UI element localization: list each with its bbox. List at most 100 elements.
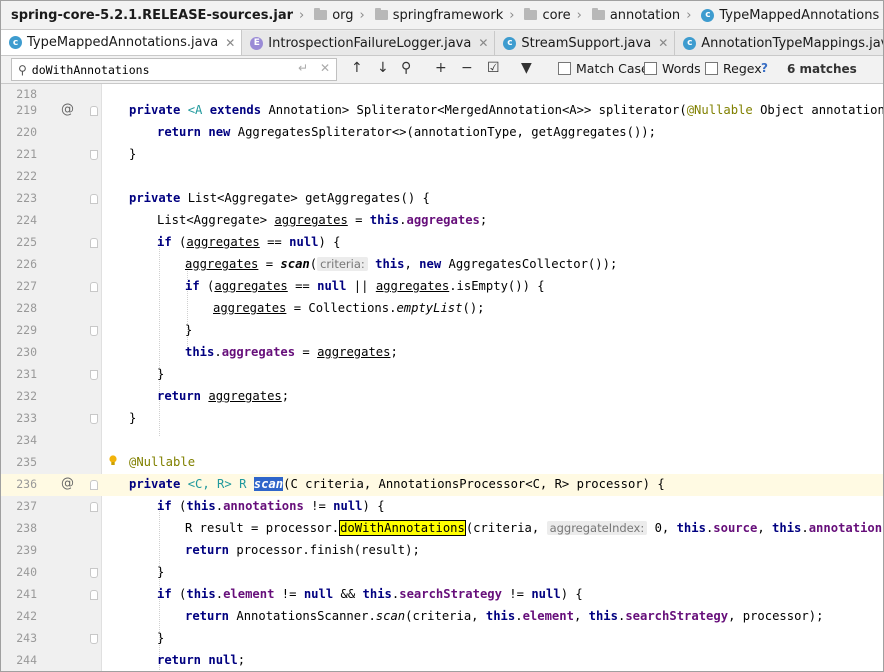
checkbox-box[interactable] xyxy=(644,62,657,75)
fold-icon[interactable] xyxy=(90,106,98,116)
breadcrumb-label: org xyxy=(332,7,354,23)
code-line: 237 if (this.annotations != null) { xyxy=(1,496,883,518)
new-line-icon[interactable]: ↵ xyxy=(298,61,308,75)
fold-icon[interactable] xyxy=(90,568,98,578)
tab-introspection-failure-logger[interactable]: E IntrospectionFailureLogger.java ✕ xyxy=(242,31,496,55)
next-occurrence-icon[interactable]: ↓ xyxy=(377,60,389,76)
code-line: 242 return AnnotationsScanner.scan(crite… xyxy=(1,606,883,628)
keyword: return xyxy=(157,389,202,403)
fold-icon[interactable] xyxy=(90,194,98,204)
code-token: .isEmpty()) { xyxy=(449,279,545,293)
code-text: } xyxy=(185,323,193,337)
find-all-icon[interactable]: ⚲ xyxy=(401,60,411,76)
add-selection-icon[interactable]: + xyxy=(435,60,447,76)
code-token: <A xyxy=(187,103,210,117)
selected-method-name[interactable]: scan xyxy=(253,477,284,491)
keyword: this xyxy=(186,587,216,601)
code-text: if (this.element != null && this.searchS… xyxy=(157,587,583,601)
filter-icon[interactable]: ▼ xyxy=(521,60,532,76)
match-case-checkbox[interactable]: Match Case xyxy=(558,61,649,76)
fold-icon[interactable] xyxy=(90,590,98,600)
code-line: 227 if (aggregates == null || aggregates… xyxy=(1,276,883,298)
annotation-token: @Nullable xyxy=(129,455,196,469)
code-token: ( xyxy=(171,499,187,513)
code-token: , xyxy=(757,521,773,535)
checkbox-box[interactable] xyxy=(558,62,571,75)
code-text: private List<Aggregate> getAggregates() … xyxy=(129,191,430,205)
breadcrumb-org[interactable]: org xyxy=(308,1,357,29)
previous-occurrence-icon[interactable]: ↑ xyxy=(351,60,363,76)
close-icon[interactable]: ✕ xyxy=(478,36,488,50)
line-number: 228 xyxy=(16,301,37,315)
breadcrumb-class[interactable]: c TypeMappedAnnotations xyxy=(695,1,883,29)
code-token: = xyxy=(347,213,370,227)
breadcrumb-springframework[interactable]: springframework xyxy=(369,1,507,29)
line-number: 241 xyxy=(16,587,37,601)
keyword: null xyxy=(289,235,319,249)
code-token: AnnotationsScanner. xyxy=(229,609,376,623)
code-token: ; xyxy=(390,345,398,359)
code-token: List<Aggregate> getAggregates() { xyxy=(180,191,430,205)
select-all-occurrences-icon[interactable]: ☑ xyxy=(487,60,500,76)
code-line: 238 R result = processor.doWithAnnotatio… xyxy=(1,518,883,540)
keyword: this xyxy=(369,213,400,227)
regex-help-link[interactable]: ? xyxy=(761,61,768,75)
line-number: 237 xyxy=(16,499,37,513)
fold-icon[interactable] xyxy=(90,370,98,380)
code-token: 0, xyxy=(647,521,677,535)
fold-icon[interactable] xyxy=(90,634,98,644)
keyword: null xyxy=(317,279,347,293)
code-token: (criteria, xyxy=(465,521,547,535)
code-text: this.aggregates = aggregates; xyxy=(185,345,398,359)
override-marker-icon[interactable]: @ xyxy=(61,102,74,117)
search-icon[interactable]: ⚲ xyxy=(18,63,27,77)
breadcrumb-jar[interactable]: spring-core-5.2.1.RELEASE-sources.jar xyxy=(1,1,297,29)
method-token: scan xyxy=(280,257,310,271)
lightbulb-icon[interactable] xyxy=(109,455,117,466)
parameter-hint: criteria: xyxy=(317,257,368,271)
code-editor[interactable]: 218 219 @ private <A extends Annotation>… xyxy=(1,84,883,671)
remove-selection-icon[interactable]: − xyxy=(461,60,473,76)
fold-icon[interactable] xyxy=(90,414,98,424)
close-icon[interactable]: ✕ xyxy=(225,36,235,50)
code-text: aggregates = Collections.emptyList(); xyxy=(213,301,485,315)
close-icon[interactable]: ✕ xyxy=(658,36,668,50)
method-token: emptyList xyxy=(396,301,463,315)
override-marker-icon[interactable]: @ xyxy=(61,476,74,491)
code-line: 244 return null; xyxy=(1,650,883,671)
keyword: if xyxy=(157,235,172,249)
tab-type-mapped-annotations[interactable]: c TypeMappedAnnotations.java ✕ xyxy=(1,30,243,55)
search-input[interactable] xyxy=(31,62,282,77)
class-icon: c xyxy=(701,8,715,22)
words-checkbox[interactable]: Words xyxy=(644,61,701,76)
clear-icon[interactable]: ✕ xyxy=(320,61,330,75)
line-number: 229 xyxy=(16,323,37,337)
fold-icon[interactable] xyxy=(90,480,98,490)
tab-annotation-type-mappings[interactable]: c AnnotationTypeMappings.java ✕ xyxy=(675,31,883,55)
fold-icon[interactable] xyxy=(90,502,98,512)
breadcrumb-core[interactable]: core xyxy=(518,1,574,29)
code-text: return processor.finish(result); xyxy=(185,543,420,557)
code-text: private <C, R> R scan(C criteria, Annota… xyxy=(129,477,665,491)
code-text: } xyxy=(157,367,165,381)
editor-tabs: c TypeMappedAnnotations.java ✕ E Introsp… xyxy=(1,30,883,56)
breadcrumb-label: spring-core-5.2.1.RELEASE-sources.jar xyxy=(11,7,294,23)
fold-icon[interactable] xyxy=(90,238,98,248)
regex-checkbox[interactable]: Regex xyxy=(705,61,762,76)
fold-icon[interactable] xyxy=(90,326,98,336)
field-token: searchStrategy xyxy=(399,587,502,601)
line-number: 220 xyxy=(16,125,37,139)
code-text: aggregates = scan(criteria: this, new Ag… xyxy=(185,257,617,271)
breadcrumb-annotation[interactable]: annotation xyxy=(586,1,684,29)
annotation-token: @Nullable xyxy=(686,103,753,117)
keyword: this xyxy=(772,521,802,535)
fold-icon[interactable] xyxy=(90,150,98,160)
class-icon: c xyxy=(503,36,517,50)
keyword: new xyxy=(208,125,231,139)
variable-token: aggregates xyxy=(375,279,450,293)
checkbox-box[interactable] xyxy=(705,62,718,75)
fold-icon[interactable] xyxy=(90,282,98,292)
line-number: 232 xyxy=(16,389,37,403)
tab-stream-support[interactable]: c StreamSupport.java ✕ xyxy=(495,31,676,55)
line-number: 223 xyxy=(16,191,37,205)
